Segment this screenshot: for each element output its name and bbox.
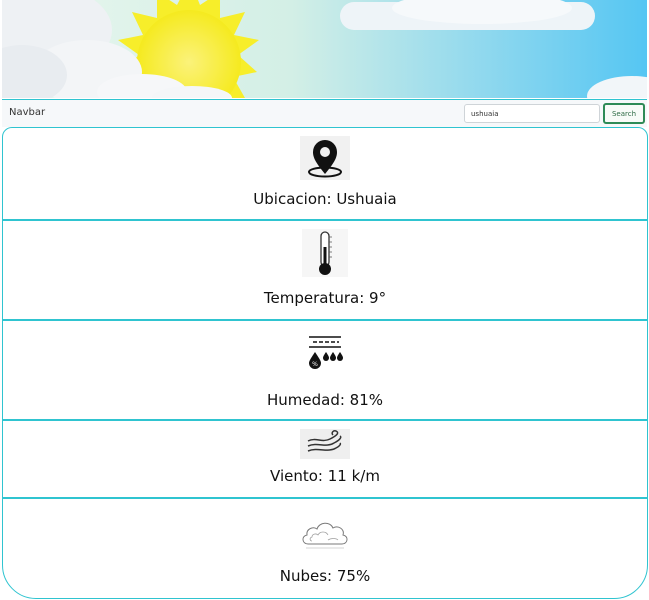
header-banner: [2, 0, 647, 98]
search-button[interactable]: Search: [603, 103, 645, 124]
cloud-icon: [302, 522, 348, 549]
navbar-brand[interactable]: Navbar: [9, 107, 45, 118]
thermometer-icon: [302, 229, 348, 277]
clouds-label: Nubes: 75%: [279, 567, 371, 585]
location-label: Ubicacion: Ushuaia: [253, 190, 397, 208]
wind-icon: [300, 429, 350, 459]
wind-label: Viento: 11 k/m: [270, 467, 380, 485]
temperature-row: Temperatura: 9°: [3, 221, 647, 321]
humidity-label: Humedad: 81%: [266, 391, 384, 409]
humidity-icon-percent: %: [312, 361, 318, 368]
weather-page: Navbar Search Ubicacion: Ushuaia: [0, 0, 649, 600]
map-pin-icon: [300, 136, 350, 180]
sky-illustration: [2, 0, 647, 98]
navbar: Navbar Search: [2, 99, 647, 127]
cloud-top-right-icon: [340, 0, 595, 30]
search-input[interactable]: [464, 104, 600, 123]
humidity-drops-icon: %: [309, 336, 343, 369]
weather-card: Ubicacion: Ushuaia Temperatura: 9° % Hum…: [2, 127, 648, 599]
clouds-row: Nubes: 75%: [3, 499, 647, 598]
temperature-label: Temperatura: 9°: [263, 289, 387, 307]
wind-row: Viento: 11 k/m: [3, 421, 647, 499]
location-row: Ubicacion: Ushuaia: [3, 128, 647, 221]
humidity-row: % Humedad: 81%: [3, 321, 647, 421]
